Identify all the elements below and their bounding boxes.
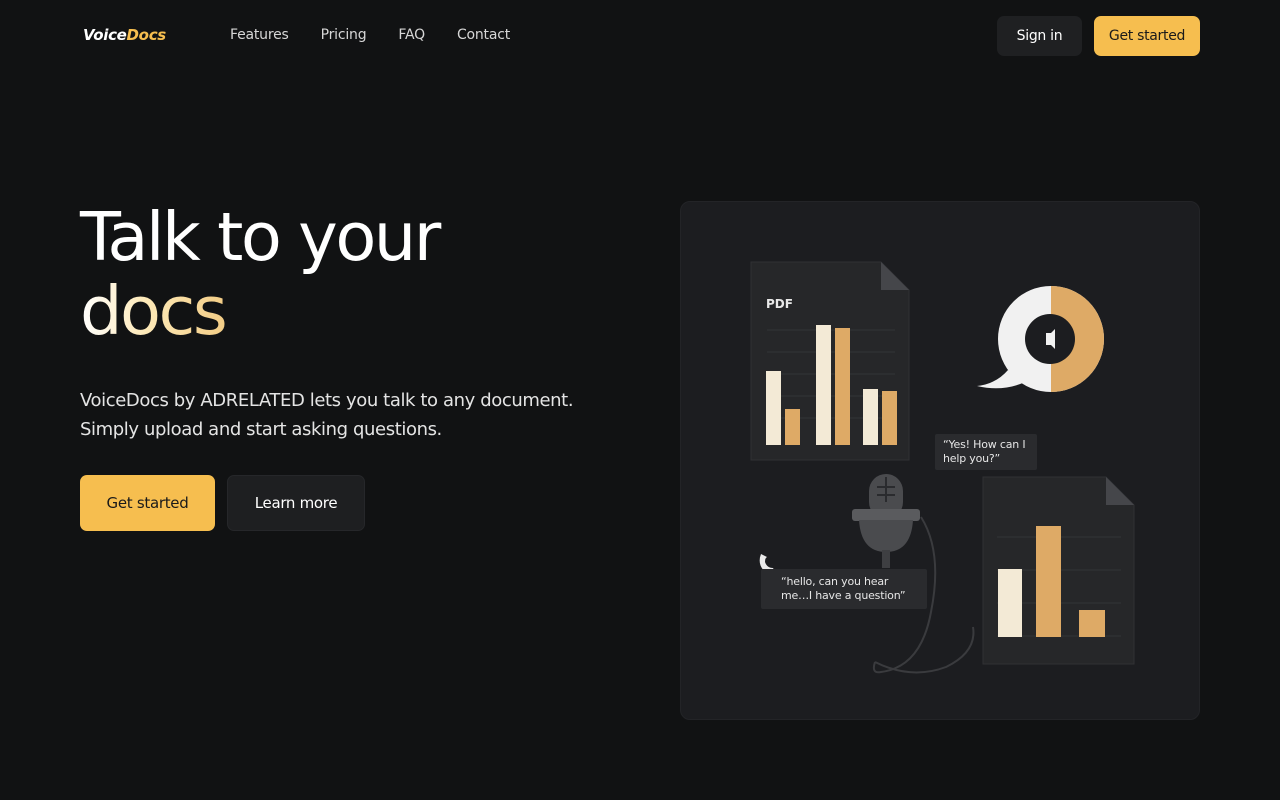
hero-illustration: PDF “Yes! How can I help you?” “hello, c… — [680, 201, 1200, 720]
logo[interactable]: VoiceDocs — [83, 26, 166, 44]
nav-link-features[interactable]: Features — [230, 27, 289, 43]
logo-docs: Docs — [126, 26, 167, 44]
nav-link-contact[interactable]: Contact — [457, 27, 510, 43]
pdf-label: PDF — [766, 297, 793, 311]
hero-subtitle-line2: Simply upload and start asking questions… — [80, 419, 442, 440]
user-quote: “hello, can you hear me…I have a questio… — [761, 569, 927, 609]
hero-subtitle-line1: VoiceDocs by ADRELATED lets you talk to … — [80, 390, 574, 411]
hero-title-line2: docs — [80, 272, 228, 350]
nav-link-faq[interactable]: FAQ — [398, 27, 425, 43]
sign-in-button[interactable]: Sign in — [997, 16, 1082, 56]
nav-get-started-button[interactable]: Get started — [1094, 16, 1200, 56]
nav-link-pricing[interactable]: Pricing — [321, 27, 367, 43]
learn-more-button[interactable]: Learn more — [227, 475, 365, 531]
nav-links: Features Pricing FAQ Contact — [230, 27, 510, 43]
chart-document-icon — [982, 476, 1135, 665]
pdf-document-icon — [750, 261, 910, 461]
hero-title-line1: Talk to your — [80, 198, 441, 276]
hero-subtitle: VoiceDocs by ADRELATED lets you talk to … — [80, 386, 620, 444]
ai-quote: “Yes! How can I help you?” — [935, 434, 1037, 470]
hero-title: Talk to your docs — [80, 198, 441, 350]
hero-get-started-button[interactable]: Get started — [80, 475, 215, 531]
speech-bubble-icon — [977, 286, 1104, 392]
top-nav: VoiceDocs Features Pricing FAQ Contact S… — [0, 0, 1280, 72]
logo-voice: Voice — [83, 26, 127, 44]
